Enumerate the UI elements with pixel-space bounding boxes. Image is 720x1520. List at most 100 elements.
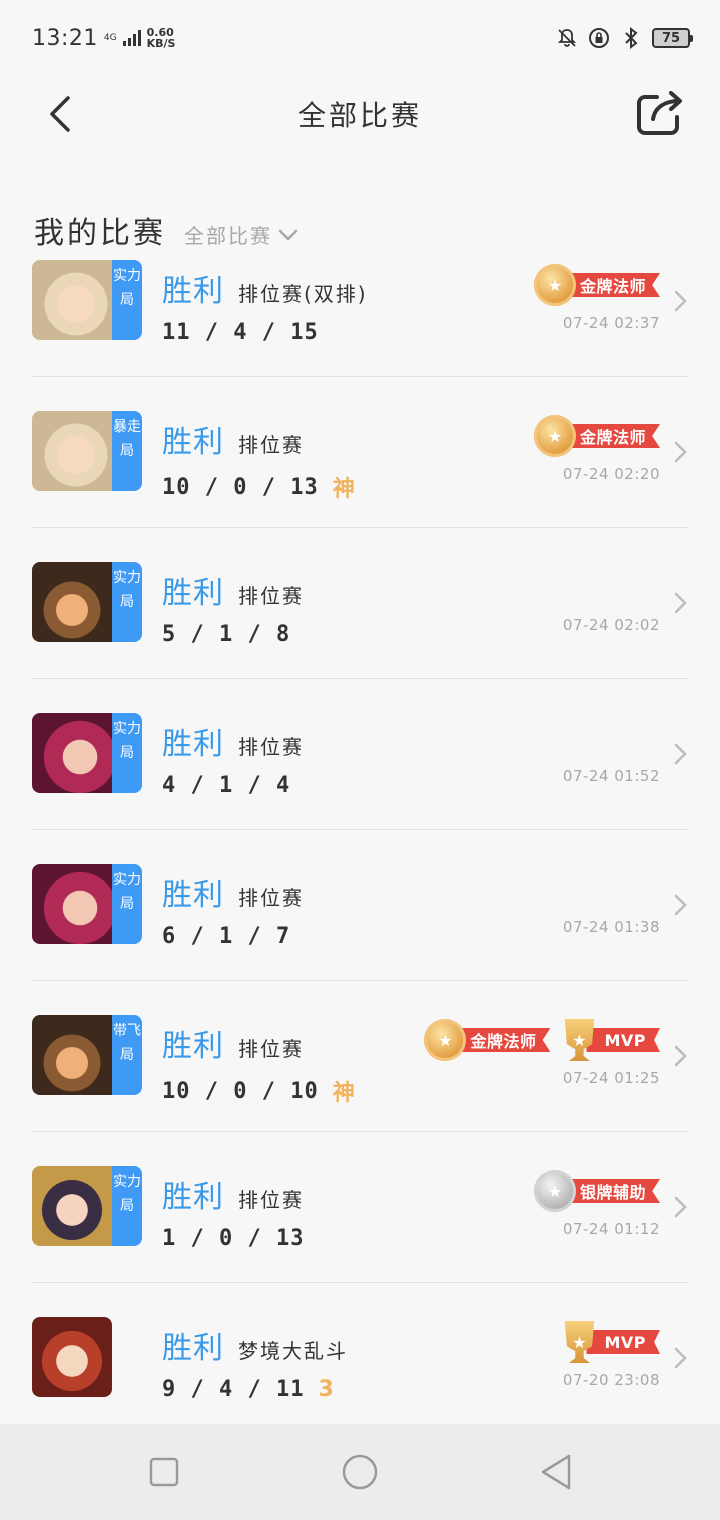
bell-off-icon xyxy=(556,27,578,49)
recent-apps-button[interactable] xyxy=(144,1452,184,1492)
match-time: 07-24 01:25 xyxy=(562,1069,660,1087)
match-row[interactable]: 实力局 胜利 排位赛 5 / 1 / 8 07-24 02:02 xyxy=(32,528,688,679)
match-info: 胜利 排位赛 1 / 0 / 13 xyxy=(162,1172,304,1251)
match-meta: 07-24 01:52 xyxy=(563,717,660,785)
medal-icon: ★ xyxy=(533,1170,576,1212)
network-type: 4G xyxy=(103,32,117,43)
badge-label: 金牌法师 xyxy=(452,1028,551,1052)
match-type: 排位赛 xyxy=(238,1037,304,1061)
match-row[interactable]: 实力局 胜利 排位赛 4 / 1 / 4 07-24 01:52 xyxy=(32,679,688,830)
match-row[interactable]: 暴走局 胜利 排位赛 10 / 0 / 13 神 ★ 金牌法师 07-24 02… xyxy=(32,377,688,528)
square-icon xyxy=(149,1457,179,1487)
status-left: 13:21 4G 0.60 KB/S xyxy=(32,26,175,51)
medal-icon: ★ xyxy=(533,264,576,306)
kda-score: 6 / 1 / 7 xyxy=(162,924,291,949)
chevron-right-icon xyxy=(674,1347,687,1369)
match-time: 07-24 02:02 xyxy=(562,616,660,634)
mode-tag: 实力局 xyxy=(112,713,142,793)
mode-tag: 带飞局 xyxy=(112,1015,142,1095)
hero-avatar: 实力局 xyxy=(32,713,142,793)
hero-avatar: 实力局 xyxy=(32,260,142,340)
kda-score: 10 / 0 / 13 xyxy=(162,474,319,500)
silver-medal-badge: ★ 银牌辅助 xyxy=(533,1170,660,1212)
hero-avatar: 实力局 xyxy=(32,1166,142,1246)
match-type: 排位赛 xyxy=(238,886,304,910)
match-meta: ★ MVP 07-20 23:08 xyxy=(558,1321,660,1389)
mvp-badge: ★ MVP xyxy=(558,1019,660,1061)
mode-tag: 实力局 xyxy=(112,864,142,944)
match-type: 梦境大乱斗 xyxy=(238,1339,348,1363)
status-time: 13:21 xyxy=(32,25,98,51)
match-result: 胜利 xyxy=(162,1029,224,1064)
chevron-right-icon xyxy=(674,441,687,463)
match-meta: ★ 银牌辅助 07-24 01:12 xyxy=(533,1170,660,1238)
match-time: 07-24 01:38 xyxy=(562,918,660,936)
match-type: 排位赛 xyxy=(238,1188,304,1212)
match-result: 胜利 xyxy=(162,727,224,762)
multikill-mark: 3 xyxy=(318,1377,334,1402)
network-speed: 0.60 KB/S xyxy=(147,27,176,49)
match-type: 排位赛 xyxy=(238,584,304,608)
section-title: 我的比赛 xyxy=(34,216,166,251)
legendary-mark: 神 xyxy=(332,477,355,502)
kda-score: 1 / 0 / 13 xyxy=(162,1226,305,1251)
hero-avatar xyxy=(32,1317,112,1397)
badge-label: MVP xyxy=(586,1330,660,1354)
match-result: 胜利 xyxy=(162,1331,224,1366)
match-row[interactable]: 实力局 胜利 排位赛 1 / 0 / 13 ★ 银牌辅助 07-24 01:12 xyxy=(32,1132,688,1283)
match-time: 07-24 01:52 xyxy=(562,767,660,785)
gold-medal-badge: ★ 金牌法师 xyxy=(533,415,660,457)
signal-icon xyxy=(122,30,141,46)
mode-tag: 实力局 xyxy=(112,260,142,340)
match-list: 实力局 胜利 排位赛(双排) 11 / 4 / 15 ★ 金牌法师 07-24 … xyxy=(32,260,688,1434)
kda-score: 10 / 0 / 10 xyxy=(162,1078,319,1104)
kda-score: 11 / 4 / 15 xyxy=(162,320,319,345)
filter-label: 全部比赛 xyxy=(184,224,272,248)
status-bar: 13:21 4G 0.60 KB/S 75 xyxy=(0,0,720,76)
home-button[interactable] xyxy=(340,1452,380,1492)
match-result: 胜利 xyxy=(162,576,224,611)
match-row[interactable]: 实力局 胜利 排位赛 6 / 1 / 7 07-24 01:38 xyxy=(32,830,688,981)
match-result: 胜利 xyxy=(162,425,224,460)
match-meta: 07-24 02:02 xyxy=(563,566,660,634)
legendary-mark: 神 xyxy=(332,1081,355,1106)
share-icon xyxy=(637,91,682,135)
gold-medal-badge: ★ 金牌法师 xyxy=(533,264,660,306)
battery-indicator: 75 xyxy=(652,28,693,48)
match-meta: 07-24 01:38 xyxy=(563,868,660,936)
chevron-right-icon xyxy=(674,1045,687,1067)
match-result: 胜利 xyxy=(162,1180,224,1215)
match-row[interactable]: 实力局 胜利 排位赛(双排) 11 / 4 / 15 ★ 金牌法师 07-24 … xyxy=(32,260,688,377)
kda-score: 4 / 1 / 4 xyxy=(162,773,291,798)
badge-label: 金牌法师 xyxy=(561,424,660,448)
match-info: 胜利 排位赛 10 / 0 / 13 神 xyxy=(162,417,355,503)
match-meta: ★ 金牌法师 ★ MVP 07-24 01:25 xyxy=(424,1019,660,1087)
medal-icon: ★ xyxy=(533,415,576,457)
match-row[interactable]: 带飞局 胜利 排位赛 10 / 0 / 10 神 ★ 金牌法师 ★ MVP 07… xyxy=(32,981,688,1132)
kda-score: 9 / 4 / 11 xyxy=(162,1377,305,1402)
match-info: 胜利 排位赛 4 / 1 / 4 xyxy=(162,719,304,798)
circle-icon xyxy=(342,1454,378,1490)
triangle-back-icon xyxy=(541,1454,571,1490)
chevron-down-icon xyxy=(278,229,298,241)
filter-dropdown[interactable]: 全部比赛 xyxy=(184,220,298,249)
match-result: 胜利 xyxy=(162,878,224,913)
match-time: 07-24 02:37 xyxy=(562,314,660,332)
badge-label: 银牌辅助 xyxy=(561,1179,660,1203)
match-meta: ★ 金牌法师 07-24 02:37 xyxy=(533,264,660,332)
hero-avatar: 实力局 xyxy=(32,562,142,642)
status-right: 75 xyxy=(556,27,693,49)
hero-avatar: 带飞局 xyxy=(32,1015,142,1095)
match-type: 排位赛 xyxy=(238,433,304,457)
kda-score: 5 / 1 / 8 xyxy=(162,622,291,647)
match-info: 胜利 梦境大乱斗 9 / 4 / 11 3 xyxy=(162,1323,348,1402)
chevron-right-icon xyxy=(674,743,687,765)
chevron-right-icon xyxy=(674,894,687,916)
section-header: 我的比赛 全部比赛 xyxy=(34,208,298,252)
match-time: 07-20 23:08 xyxy=(562,1371,660,1389)
chevron-right-icon xyxy=(674,1196,687,1218)
share-button[interactable] xyxy=(634,90,686,138)
system-back-button[interactable] xyxy=(536,1452,576,1492)
match-row[interactable]: 胜利 梦境大乱斗 9 / 4 / 11 3 ★ MVP 07-20 23:08 xyxy=(32,1283,688,1434)
hero-avatar: 暴走局 xyxy=(32,411,142,491)
